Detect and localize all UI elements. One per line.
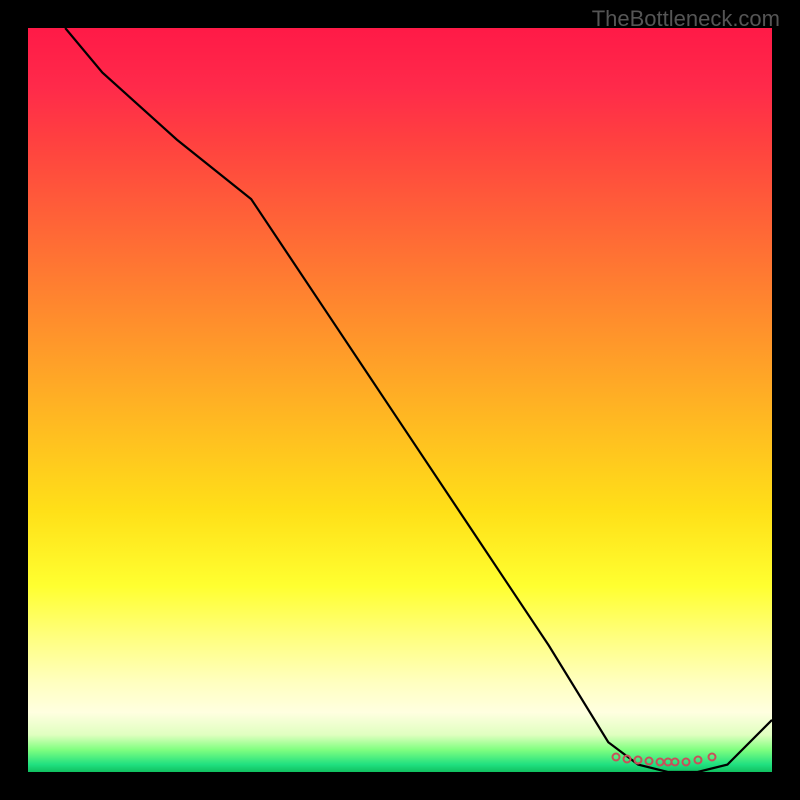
watermark-text: TheBottleneck.com — [592, 6, 780, 32]
chart-marker — [682, 757, 691, 766]
chart-plot-area — [28, 28, 772, 772]
chart-marker — [671, 758, 680, 767]
chart-marker — [611, 753, 620, 762]
chart-marker — [634, 756, 643, 765]
chart-marker — [645, 756, 654, 765]
chart-marker — [708, 753, 717, 762]
chart-marker — [622, 754, 631, 763]
chart-marker — [693, 756, 702, 765]
chart-markers-group — [28, 28, 772, 772]
